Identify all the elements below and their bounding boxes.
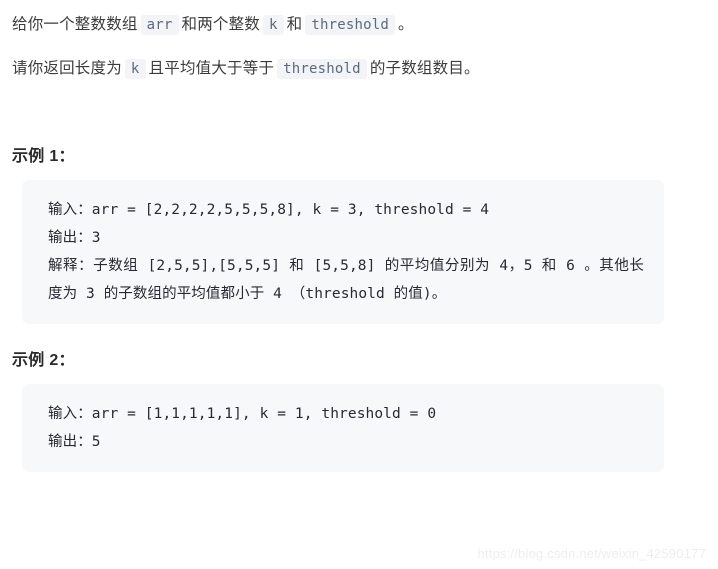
example-1-code-block: 输入：arr = [2,2,2,2,5,5,5,8], k = 3, thres… <box>22 180 664 324</box>
description-paragraph-1: 给你一个整数数组 arr 和两个整数 k 和 threshold。 <box>12 10 700 40</box>
paragraph-2-text-segment-3: 的子数组数目。 <box>369 60 480 77</box>
paragraph-2-text-segment-2: 且平均值大于等于 <box>148 60 275 77</box>
inline-code-threshold: threshold <box>305 15 396 35</box>
inline-code-arr: arr <box>140 15 179 35</box>
problem-description-page: 给你一个整数数组 arr 和两个整数 k 和 threshold。 请你返回长度为 k 且平均… <box>0 0 718 472</box>
paragraph-1-text-segment-2: 和两个整数 <box>181 16 261 33</box>
example-1-output-line: 输出：3 <box>48 230 101 246</box>
csdn-watermark: https://blog.csdn.net/weixin_42590177 <box>477 546 706 561</box>
description-paragraph-2: 请你返回长度为 k 且平均值大于等于 threshold 的子数组数目。 <box>12 54 700 84</box>
inline-code-threshold: threshold <box>277 59 367 79</box>
paragraph-1-text-segment-4: 。 <box>398 16 414 33</box>
paragraph-2-text-segment-1: 请你返回长度为 <box>12 60 122 77</box>
paragraph-1-text-segment-1: 给你一个整数数组 <box>12 16 138 33</box>
example-2-input-line: 输入：arr = [1,1,1,1,1], k = 1, threshold =… <box>48 406 437 422</box>
example-2-code-block: 输入：arr = [1,1,1,1,1], k = 1, threshold =… <box>22 384 664 472</box>
example-1-input-line: 输入：arr = [2,2,2,2,5,5,5,8], k = 3, thres… <box>48 202 490 218</box>
paragraph-1-text-segment-3: 和 <box>286 16 303 33</box>
example-2-output-line: 输出：5 <box>48 434 101 450</box>
inline-code-k: k <box>124 59 146 79</box>
inline-code-k: k <box>263 15 284 35</box>
example-1-explanation-line: 解释：子数组 [2,5,5],[5,5,5] 和 [5,5,8] 的平均值分别为… <box>48 258 644 302</box>
example-1-heading: 示例 1： <box>12 148 75 165</box>
example-2-heading: 示例 2： <box>12 352 75 369</box>
